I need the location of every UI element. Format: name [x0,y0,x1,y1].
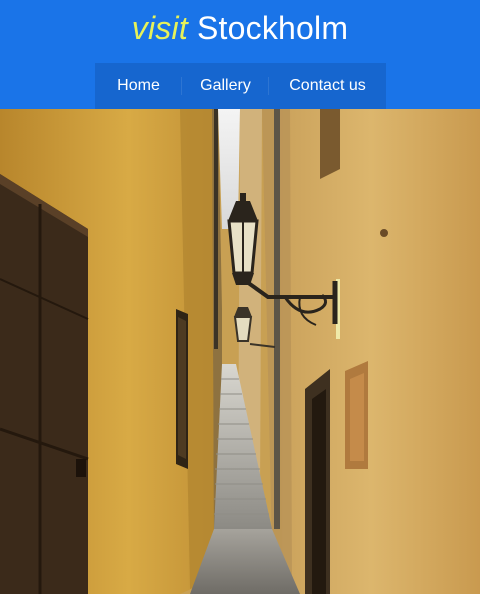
site-logo[interactable]: visit Stockholm [0,8,480,48]
main-nav: Home Gallery Contact us [95,63,386,109]
wooden-door [0,174,88,594]
nav-item-label: Contact us [289,77,366,94]
brand-name: Stockholm [197,10,349,46]
right-wall [262,109,480,594]
site-header: visit Stockholm Home Gallery Contact us [0,0,480,109]
nav-item-label: Gallery [200,77,251,94]
nav-item-label: Home [117,77,160,94]
brand-prefix: visit [131,10,188,46]
nav-item-contact-us[interactable]: Contact us [269,63,386,109]
alley-illustration [0,109,480,594]
nav-item-gallery[interactable]: Gallery [182,63,269,109]
hero-image-stockholm-alley [0,109,480,594]
nav-item-home[interactable]: Home [95,63,182,109]
